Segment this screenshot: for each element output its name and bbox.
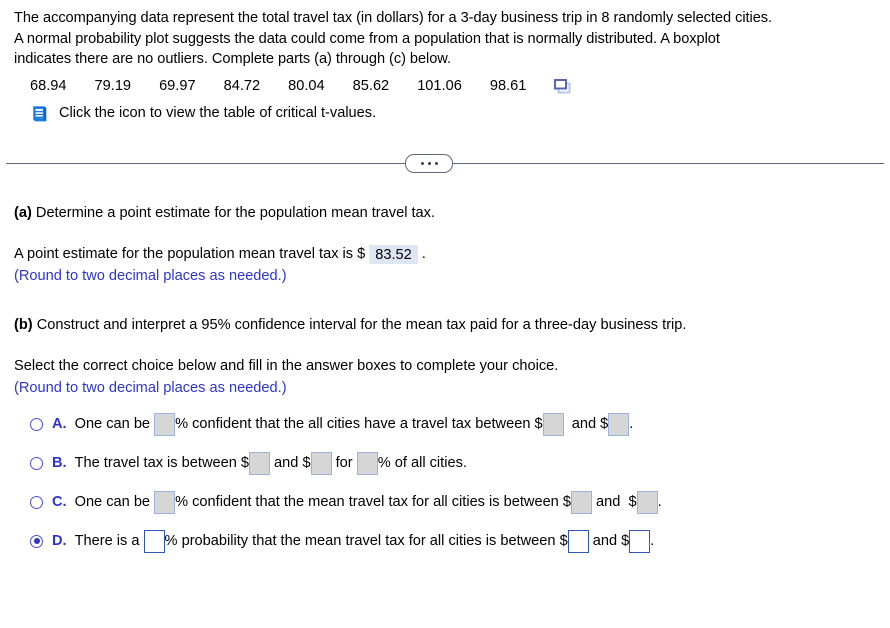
part-a-answer-line: A point estimate for the population mean… (14, 244, 880, 265)
choice-c-seg-2: % confident that the mean travel tax for… (175, 494, 571, 510)
intro-line-2: A normal probability plot suggests the d… (14, 30, 720, 47)
data-value: 68.94 (30, 77, 67, 94)
choice-b-input-3[interactable] (356, 451, 378, 475)
part-a-sentence-after: . (421, 245, 426, 262)
choice-c-input-1[interactable] (154, 490, 176, 514)
book-icon[interactable] (30, 104, 50, 124)
data-values-row: 68.94 79.19 69.97 84.72 80.04 85.62 101.… (14, 78, 880, 94)
data-value: 84.72 (223, 77, 261, 94)
choice-c-seg-4: . (657, 494, 662, 510)
choice-a-seg-2: % confident that the all cities have a t… (175, 416, 543, 432)
choice-b-seg-2: and $ (270, 455, 311, 471)
point-estimate-input[interactable]: 83.52 (369, 244, 418, 264)
data-value: 98.61 (489, 77, 527, 94)
part-b-rounding-note: (Round to two decimal places as needed.) (14, 379, 287, 396)
part-b-heading-text: Construct and interpret a 95% confidence… (32, 316, 687, 333)
part-a-rounding-note: (Round to two decimal places as needed.) (14, 267, 287, 284)
choice-b-input-2[interactable] (310, 451, 332, 475)
radio-a[interactable] (30, 417, 43, 431)
choice-b-seg-4: % of all cities. (377, 455, 467, 471)
data-value: 85.62 (352, 77, 390, 94)
part-a-label: (a) (14, 204, 32, 221)
more-options-button[interactable] (405, 153, 453, 173)
intro-block: The accompanying data represent the tota… (0, 0, 890, 124)
choice-c-input-3[interactable] (636, 490, 658, 514)
choice-option-d[interactable]: D. There is a % probability that the mea… (14, 529, 880, 553)
intro-line-3: indicates there are no outliers. Complet… (14, 51, 451, 67)
intro-line-1: The accompanying data represent the tota… (14, 10, 773, 26)
choice-letter-b: B. (52, 455, 67, 471)
choice-letter-d: D. (52, 533, 67, 549)
critical-values-link[interactable]: Click the icon to view the table of crit… (14, 104, 880, 124)
choice-letter-c: C. (52, 494, 67, 510)
part-b-label: (b) (14, 316, 33, 333)
question-page: The accompanying data represent the tota… (0, 0, 890, 628)
choice-list: A. One can be % confident that the all c… (14, 412, 880, 553)
dot-icon (427, 161, 431, 165)
choice-a-input-2[interactable] (542, 412, 564, 436)
part-b-heading: (b) Construct and interpret a 95% confid… (14, 315, 880, 335)
choice-text-d: There is a % probability that the mean t… (74, 529, 655, 553)
data-value: 79.19 (94, 77, 132, 94)
radio-b[interactable] (30, 456, 43, 470)
choice-a-input-1[interactable] (154, 412, 176, 436)
part-a-heading: (a) Determine a point estimate for the p… (14, 203, 880, 223)
choice-d-input-3[interactable] (629, 529, 651, 553)
choice-a-seg-3: and $ (563, 416, 609, 432)
choice-c-seg-1: One can be (74, 494, 155, 510)
choice-option-c[interactable]: C. One can be % confident that the mean … (14, 490, 880, 514)
dot-icon (434, 161, 438, 165)
choice-b-seg-1: The travel tax is between $ (74, 455, 249, 471)
choice-option-b[interactable]: B. The travel tax is between $ and $ for… (14, 451, 880, 475)
part-a-sentence-before: A point estimate for the population mean… (14, 245, 366, 262)
choice-d-seg-3: and $ (588, 533, 630, 549)
data-value: 80.04 (288, 77, 325, 94)
choice-c-input-2[interactable] (570, 490, 592, 514)
choice-c-seg-3: and $ (591, 494, 637, 510)
data-value: 69.97 (159, 77, 196, 94)
copy-icon[interactable] (554, 78, 571, 95)
radio-c[interactable] (30, 495, 43, 509)
data-value: 101.06 (417, 77, 462, 94)
choice-text-b: The travel tax is between $ and $ for % … (74, 451, 467, 475)
choice-text-c: One can be % confident that the mean tra… (74, 490, 662, 514)
section-divider (0, 151, 890, 175)
choice-d-seg-4: . (650, 533, 655, 549)
critical-values-link-text: Click the icon to view the table of crit… (59, 105, 377, 121)
choice-option-a[interactable]: A. One can be % confident that the all c… (14, 412, 880, 436)
choice-a-input-3[interactable] (608, 412, 630, 436)
choice-text-a: One can be % confident that the all citi… (74, 412, 634, 436)
choice-b-input-1[interactable] (249, 451, 270, 475)
part-b-instruction: Select the correct choice below and fill… (14, 357, 559, 374)
choice-letter-a: A. (52, 416, 67, 432)
choice-b-seg-3: for (331, 455, 357, 471)
choice-d-seg-1: There is a (74, 533, 144, 549)
choice-a-seg-4: . (629, 416, 634, 432)
dot-icon (420, 161, 424, 165)
part-a-heading-text: Determine a point estimate for the popul… (31, 204, 436, 221)
choice-a-seg-1: One can be (74, 416, 155, 432)
choice-d-input-1[interactable] (143, 529, 165, 553)
choice-d-seg-2: % probability that the mean travel tax f… (164, 533, 568, 549)
radio-d[interactable] (30, 534, 43, 548)
choice-d-input-2[interactable] (567, 529, 589, 553)
question-body: (a) Determine a point estimate for the p… (0, 203, 890, 553)
